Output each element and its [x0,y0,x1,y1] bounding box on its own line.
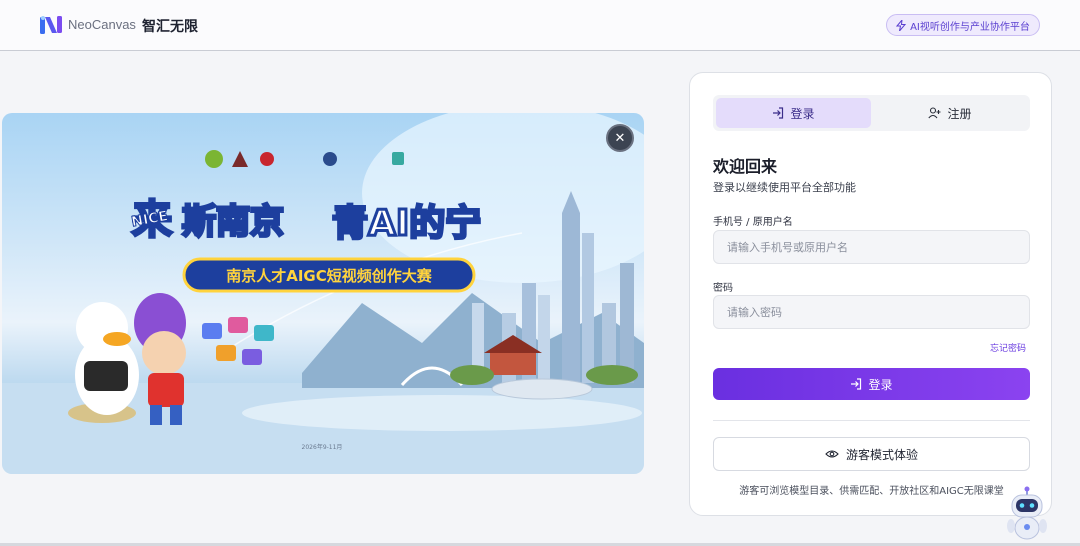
assistant-robot-icon[interactable] [1004,486,1050,542]
banner-subtitle: 南京人才AIGC短视频创作大赛 [226,267,433,285]
guest-mode-note: 游客可浏览模型目录、供需匹配、开放社区和AIGC无限课堂 [739,486,1004,497]
login-card: 登录 注册 欢迎回来 登录以继续使用平台全部功能 手机号 / 原用户名 请输入手… [689,72,1052,516]
lightning-icon [896,19,907,31]
close-banner-button[interactable]: ✕ [606,124,634,152]
close-icon: ✕ [614,130,626,146]
add-user-icon [928,107,941,119]
banner-title-left: 斯南京 [182,202,284,242]
tab-register-label: 注册 [947,106,972,121]
contest-banner-image: 来 NICE 斯南京 青AI的宁 南京人才AIGC短视频创作大赛 2026年9-… [2,113,644,474]
divider [713,420,1030,421]
platform-badge[interactable]: AI视听创作与产业协作平台 [886,14,1040,36]
banner-title-right: 青AI的宁 [332,203,481,244]
welcome-title: 欢迎回来 [713,157,778,176]
platform-badge-label: AI视听创作与产业协作平台 [910,21,1030,33]
neocanvas-logo-icon[interactable] [39,14,63,36]
login-icon [773,107,784,119]
forgot-password-link[interactable]: 忘记密码 [990,341,1026,354]
tab-login[interactable]: 登录 [716,98,871,128]
brand-name-en[interactable]: NeoCanvas [68,17,136,32]
top-bar: NeoCanvas 智汇无限 AI视听创作与产业协作平台 [0,0,1080,51]
guest-mode-button[interactable]: 游客模式体验 [713,437,1030,471]
banner-artwork: 来 NICE 斯南京 青AI的宁 南京人才AIGC短视频创作大赛 2026年9-… [2,113,644,474]
welcome-subtitle: 登录以继续使用平台全部功能 [713,181,856,194]
eye-icon [825,450,839,458]
guest-mode-label: 游客模式体验 [845,447,918,462]
banner-date: 2026年9-11月 [302,443,343,451]
login-icon [851,378,862,390]
account-input[interactable]: 请输入手机号或原用户名 [713,230,1030,264]
password-input[interactable]: 请输入密码 [713,295,1030,329]
login-submit-label: 登录 [868,377,893,392]
auth-tabs: 登录 注册 [713,95,1030,131]
tab-register[interactable]: 注册 [873,98,1027,128]
login-submit-button[interactable]: 登录 [713,368,1030,400]
password-label: 密码 [713,283,733,294]
account-label: 手机号 / 原用户名 [713,217,793,228]
brand-name-cn[interactable]: 智汇无限 [142,16,198,36]
tab-login-label: 登录 [790,106,815,121]
